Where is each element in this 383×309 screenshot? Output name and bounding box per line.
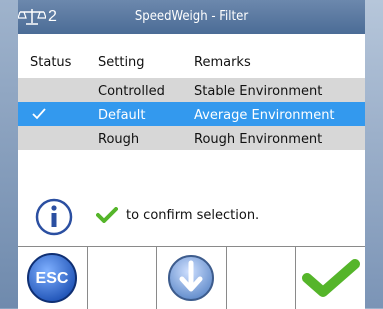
background-right [365, 0, 383, 308]
row-remarks: Stable Environment [194, 84, 323, 99]
confirm-hint: to confirm selection. [96, 207, 259, 223]
row-setting: Controlled [98, 84, 165, 99]
check-icon [96, 207, 118, 223]
ok-button[interactable] [295, 247, 365, 309]
dialog-window: 2 SpeedWeigh - Filter Status Setting Rem… [18, 0, 365, 309]
table-row-rough[interactable]: Rough Rough Environment [18, 126, 365, 150]
confirm-hint-text: to confirm selection. [126, 207, 260, 223]
table-row-default[interactable]: Default Average Environment [18, 102, 365, 126]
table-header: Status Setting Remarks [18, 46, 365, 78]
esc-label: ESC [36, 270, 69, 287]
selected-check-icon [32, 108, 46, 120]
esc-icon: ESC [27, 253, 78, 303]
filter-table: Status Setting Remarks Controlled Stable… [18, 46, 365, 150]
row-setting: Default [98, 108, 146, 123]
row-remarks: Rough Environment [194, 132, 323, 147]
column-header-remarks: Remarks [194, 55, 251, 70]
softkey-empty-2[interactable] [225, 247, 296, 309]
info-icon [35, 198, 73, 236]
ok-check-icon [301, 259, 360, 297]
row-remarks: Average Environment [194, 108, 335, 123]
dialog-title: SpeedWeigh - Filter [134, 9, 249, 24]
row-setting: Rough [98, 132, 140, 147]
column-header-setting: Setting [98, 55, 145, 70]
softkey-empty-1[interactable] [86, 247, 157, 309]
background-left [0, 0, 18, 308]
softkey-bar: ESC [18, 246, 365, 309]
arrow-down-icon [168, 255, 215, 301]
down-button[interactable] [156, 247, 226, 309]
column-header-status: Status [30, 55, 72, 70]
table-row-controlled[interactable]: Controlled Stable Environment [18, 78, 365, 102]
title-bar: 2 SpeedWeigh - Filter [18, 0, 365, 34]
esc-button[interactable]: ESC [18, 247, 87, 309]
